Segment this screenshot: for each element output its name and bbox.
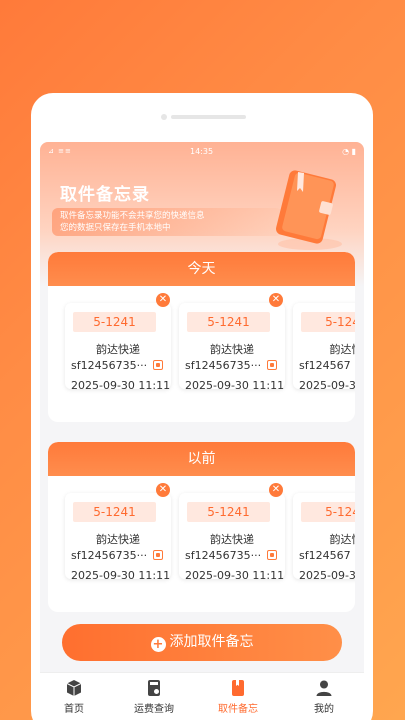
tracking-number: sf124567 — [299, 549, 351, 562]
tab-home[interactable]: 首页 — [44, 679, 104, 715]
pickup-date: 2025-09-30 11:11 — [185, 379, 285, 392]
book-icon — [232, 680, 244, 696]
today-card-list[interactable]: 5-1241 韵达快递 sf12456735··· 2025-09-30 11:… — [48, 286, 355, 422]
box-icon — [66, 680, 82, 696]
section-today-header: 今天 — [48, 252, 355, 286]
tab-home-label: 首页 — [64, 704, 84, 715]
delete-card-icon[interactable]: ✕ — [156, 293, 170, 307]
delete-card-icon[interactable]: ✕ — [269, 483, 283, 497]
plus-icon: + — [150, 637, 166, 652]
tab-shipping-query[interactable]: 运费查询 — [124, 679, 184, 715]
pickup-date: 2025-09-30 11:11 — [71, 569, 171, 582]
pickup-date: 2025-09-3 — [299, 569, 355, 582]
page-title: 取件备忘录 — [60, 185, 150, 205]
pickup-date: 2025-09-3 — [299, 379, 355, 392]
copy-icon[interactable] — [153, 360, 163, 370]
pickup-card[interactable]: 5-124 韵达快 sf124567 2025-09-3 — [293, 303, 356, 392]
user-icon — [316, 680, 332, 696]
status-battery: ◔ ▮ — [342, 147, 356, 156]
pickup-date: 2025-09-30 11:11 — [185, 569, 285, 582]
add-pickup-memo-label: 添加取件备忘 — [169, 634, 254, 650]
copy-icon[interactable] — [267, 360, 277, 370]
courier-name: 韵达快递 — [210, 533, 254, 546]
pickup-card[interactable]: 5-1241 韵达快递 sf12456735··· 2025-09-30 11:… — [65, 303, 171, 392]
calculator-icon — [148, 680, 160, 696]
tab-shipping-query-label: 运费查询 — [134, 704, 174, 715]
speaker-bar — [171, 115, 246, 119]
courier-name: 韵达快 — [329, 533, 356, 546]
pickup-code: 5-1241 — [73, 502, 156, 522]
tab-profile-label: 我的 — [314, 704, 334, 715]
pickup-date: 2025-09-30 11:11 — [71, 379, 171, 392]
section-earlier-header: 以前 — [48, 442, 355, 476]
section-earlier: 以前 5-1241 韵达快递 sf12456735··· 2025-09-30 … — [48, 442, 355, 612]
delete-card-icon[interactable]: ✕ — [269, 293, 283, 307]
tracking-number: sf12456735··· — [185, 549, 262, 562]
pickup-card[interactable]: 5-124 韵达快 sf124567 2025-09-3 — [293, 493, 356, 582]
tab-pickup-memo-label: 取件备忘 — [218, 704, 258, 715]
privacy-notice-line1: 取件备忘录功能不会共享您的快递信息 — [60, 211, 205, 221]
earlier-card-list[interactable]: 5-1241 韵达快递 sf12456735··· 2025-09-30 11:… — [48, 476, 355, 612]
privacy-notice: 取件备忘录功能不会共享您的快递信息 您的数据只保存在手机本地中 — [52, 208, 282, 236]
tracking-number: sf12456735··· — [71, 549, 148, 562]
pickup-card[interactable]: 5-1241 韵达快递 sf12456735··· 2025-09-30 11:… — [65, 493, 171, 582]
pickup-code: 5-1241 — [73, 312, 156, 332]
tab-profile[interactable]: 我的 — [294, 679, 354, 715]
app-screen: ⊿ ≡≡ 14:35 ◔ ▮ 取件备忘录 取件备忘录功能不会共享您的快递信息 您… — [40, 142, 364, 720]
pickup-code: 5-124 — [301, 312, 355, 332]
phone-frame: ⊿ ≡≡ 14:35 ◔ ▮ 取件备忘录 取件备忘录功能不会共享您的快递信息 您… — [31, 93, 373, 720]
tracking-number: sf12456735··· — [185, 359, 262, 372]
tab-pickup-memo[interactable]: 取件备忘 — [208, 679, 268, 715]
copy-icon[interactable] — [153, 550, 163, 560]
section-today: 今天 5-1241 韵达快递 sf12456735··· 2025-09-30 … — [48, 252, 355, 422]
courier-name: 韵达快递 — [96, 533, 140, 546]
courier-name: 韵达快 — [329, 343, 356, 356]
courier-name: 韵达快递 — [96, 343, 140, 356]
tracking-number: sf124567 — [299, 359, 351, 372]
status-time: 14:35 — [190, 147, 214, 156]
status-signal: ⊿ ≡≡ — [48, 147, 72, 155]
delete-card-icon[interactable]: ✕ — [156, 483, 170, 497]
notebook-illustration-icon — [276, 170, 342, 250]
pickup-code: 5-124 — [301, 502, 355, 522]
camera-dot — [161, 114, 167, 120]
pickup-card[interactable]: 5-1241 韵达快递 sf12456735··· 2025-09-30 11:… — [179, 493, 285, 582]
bottom-tab-bar: 首页 运费查询 取件备忘 我的 — [40, 672, 364, 720]
status-bar: ⊿ ≡≡ 14:35 ◔ ▮ — [40, 142, 364, 162]
courier-name: 韵达快递 — [210, 343, 254, 356]
privacy-notice-line2: 您的数据只保存在手机本地中 — [60, 223, 171, 233]
pickup-code: 5-1241 — [187, 312, 270, 332]
add-pickup-memo-button[interactable]: + 添加取件备忘 — [62, 624, 342, 661]
tracking-number: sf12456735··· — [71, 359, 148, 372]
pickup-card[interactable]: 5-1241 韵达快递 sf12456735··· 2025-09-30 11:… — [179, 303, 285, 392]
pickup-code: 5-1241 — [187, 502, 270, 522]
copy-icon[interactable] — [267, 550, 277, 560]
